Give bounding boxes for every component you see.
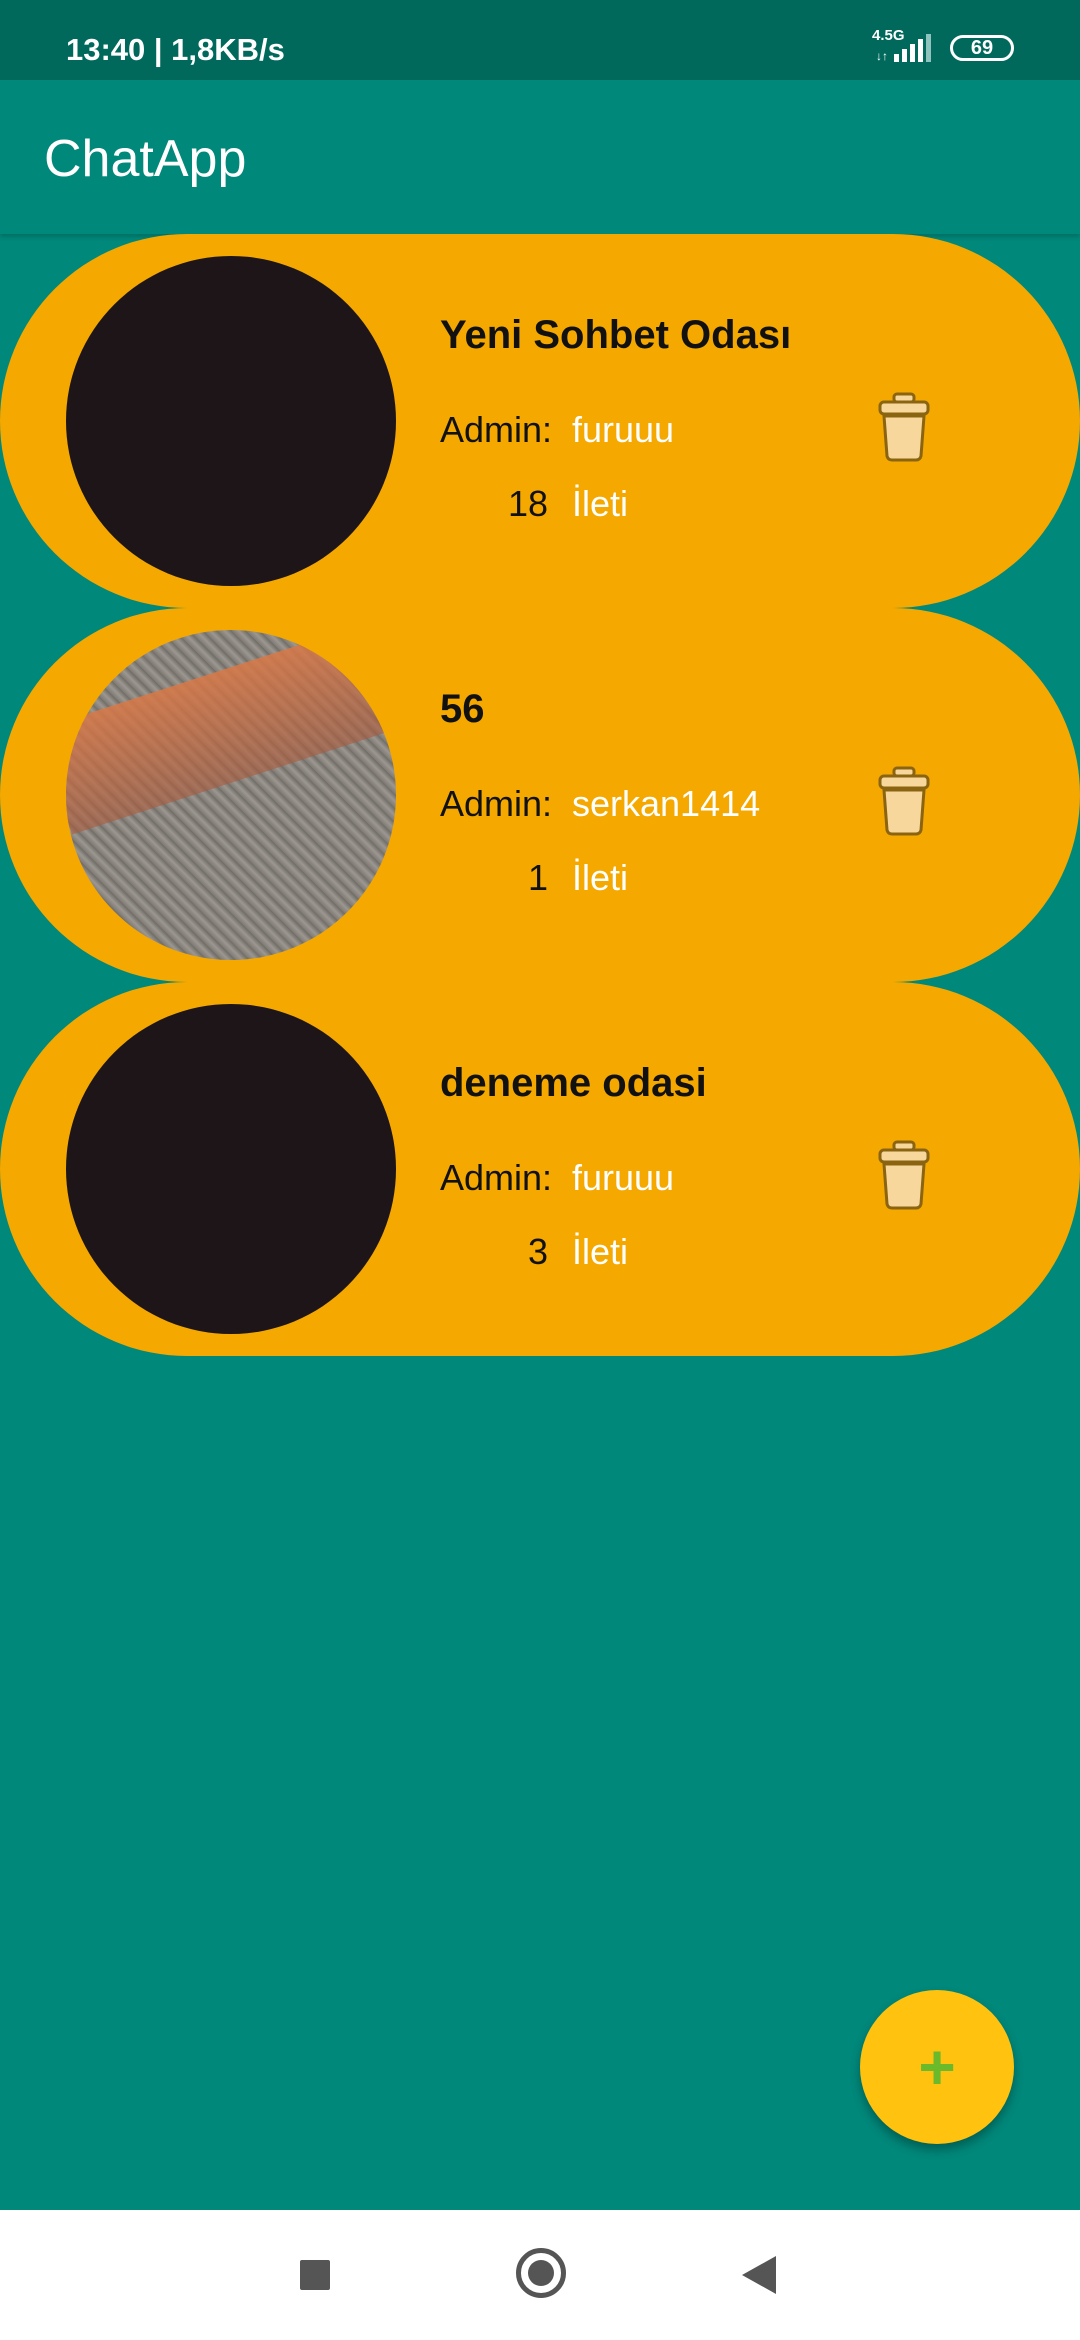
app-bar: ChatApp: [0, 80, 1080, 234]
message-count: 3: [527, 1231, 548, 1272]
delete-room-button[interactable]: [876, 392, 932, 462]
message-count: 1: [527, 857, 548, 898]
message-count-label: İleti: [572, 483, 629, 524]
admin-label: Admin:: [440, 409, 553, 450]
admin-label: Admin:: [440, 783, 553, 824]
room-card[interactable]: Yeni Sohbet Odası Admin: furuuu 18 İleti: [0, 234, 1080, 608]
room-title: Yeni Sohbet Odası: [440, 313, 792, 357]
circle-icon[interactable]: [516, 2248, 566, 2298]
admin-label: Admin:: [440, 1157, 553, 1198]
room-avatar: [66, 630, 396, 960]
delete-room-button[interactable]: [876, 766, 932, 836]
battery-icon: 69: [950, 35, 1014, 61]
add-room-button[interactable]: +: [860, 1990, 1014, 2144]
network-activity-icon: ↓↑: [876, 49, 888, 63]
delete-room-button[interactable]: [876, 1140, 932, 1210]
room-avatar: [66, 256, 396, 586]
home-dot: [528, 2260, 554, 2286]
admin-name: serkan1414: [572, 783, 761, 824]
message-count: 18: [507, 483, 548, 524]
room-title: deneme odasi: [440, 1061, 707, 1105]
app-title: ChatApp: [44, 130, 247, 188]
plus-icon: +: [918, 2031, 956, 2103]
triangle-back-icon[interactable]: [742, 2256, 776, 2294]
room-card[interactable]: 56 Admin: serkan1414 1 İleti: [0, 608, 1080, 982]
admin-name: furuuu: [572, 1157, 675, 1198]
square-icon[interactable]: [300, 2260, 330, 2290]
message-count-label: İleti: [572, 1231, 629, 1272]
room-card[interactable]: deneme odasi Admin: furuuu 3 İleti: [0, 982, 1080, 1356]
admin-name: furuuu: [572, 409, 675, 450]
signal-icon: [894, 34, 931, 62]
navigation-bar: [0, 2210, 1080, 2340]
room-title: 56: [440, 687, 485, 731]
status-bar: 13:40 | 1,8KB/s 4.5G ↓↑ 69: [0, 0, 1080, 80]
message-count-label: İleti: [572, 857, 629, 898]
status-time: 13:40 | 1,8KB/s: [66, 32, 285, 67]
room-avatar: [66, 1004, 396, 1334]
